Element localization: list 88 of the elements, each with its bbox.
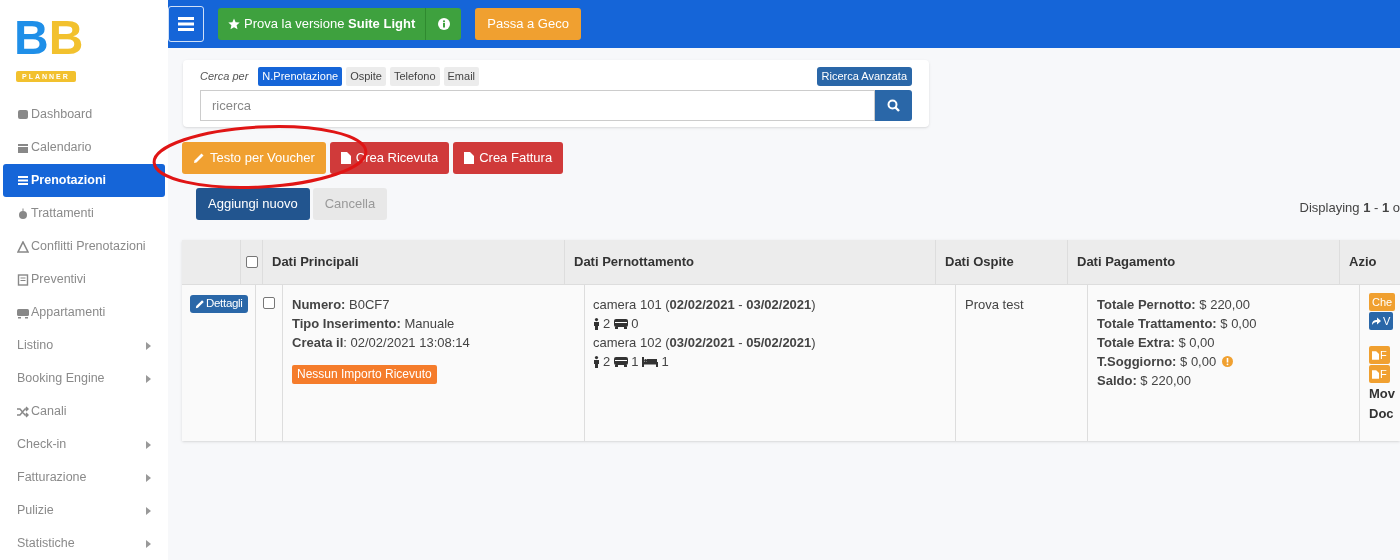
- calendar-icon: [17, 141, 29, 154]
- menu-button[interactable]: [168, 6, 204, 42]
- warning-icon: [17, 240, 29, 253]
- sidebar-item[interactable]: Trattamenti: [3, 197, 165, 230]
- list-icon: [17, 174, 29, 187]
- sidebar-item[interactable]: Pulizie: [3, 494, 165, 527]
- bus-icon: [614, 317, 629, 330]
- shuffle-icon: [17, 405, 29, 418]
- file-icon: [464, 152, 475, 164]
- action-label: Mov: [1369, 385, 1395, 403]
- payment-field: Totale Pernotto: $ 220,00: [1097, 295, 1250, 314]
- payment-field: Totale Trattamento: $ 0,00: [1097, 314, 1257, 333]
- details-button[interactable]: Dettagli: [190, 295, 248, 313]
- search-label: Cerca per: [200, 69, 249, 85]
- sidebar-item[interactable]: Dashboard: [3, 98, 165, 131]
- info-button[interactable]: [425, 8, 462, 40]
- booking-field: Tipo Inserimento: Manuale: [292, 314, 455, 333]
- dashboard-icon: [17, 108, 29, 121]
- add-new-button[interactable]: Aggiungi nuovo: [196, 188, 310, 220]
- person-icon: [593, 355, 600, 368]
- pagination-info: Displaying 1 - 1 o: [1299, 199, 1400, 218]
- share-icon: [1372, 317, 1381, 325]
- pencil-icon: [193, 152, 205, 164]
- sidebar-item[interactable]: Statistiche: [3, 527, 165, 560]
- sidebar-item[interactable]: Check-in: [3, 428, 165, 461]
- caret-icon: [146, 539, 151, 548]
- booking-field: Creata il: 02/02/2021 13:08:14: [292, 333, 470, 352]
- sidebar-item[interactable]: Canali: [3, 395, 165, 428]
- logo-letters: BB: [14, 14, 84, 62]
- guest-name: Prova test: [965, 297, 1024, 312]
- guest-count: 2: [603, 353, 611, 371]
- caret-icon: [146, 473, 151, 482]
- file-button[interactable]: F: [1369, 346, 1390, 364]
- bus-icon: [614, 355, 629, 368]
- sidebar-item[interactable]: Appartamenti: [3, 296, 165, 329]
- search-button[interactable]: [875, 90, 912, 121]
- advanced-search-button[interactable]: Ricerca Avanzata: [816, 67, 912, 86]
- search-field[interactable]: ricerca: [200, 90, 875, 121]
- guest-count: 0: [631, 315, 639, 333]
- search-filter-tab[interactable]: Telefono: [389, 67, 440, 86]
- search-filter-tab[interactable]: Ospite: [346, 67, 386, 86]
- column-header: Dati Pagamento: [1077, 253, 1176, 272]
- voucher-button[interactable]: Testo per Voucher: [182, 142, 326, 174]
- sidebar-item[interactable]: Prenotazioni: [3, 164, 165, 197]
- caret-icon: [146, 440, 151, 449]
- guest-count: 1: [661, 353, 669, 371]
- checkin-button[interactable]: Che: [1369, 293, 1396, 311]
- sidebar-item[interactable]: Preventivi: [3, 263, 165, 296]
- warning-icon: [1222, 356, 1234, 367]
- payment-field: T.Soggiorno: $ 0,00: [1097, 352, 1217, 371]
- caret-icon: [146, 506, 151, 515]
- view-button[interactable]: V: [1369, 312, 1394, 330]
- sidebar-item[interactable]: Fatturazione: [3, 461, 165, 494]
- room-stay: camera 102 (03/02/2021 - 05/02/2021): [593, 334, 816, 352]
- sidebar-item[interactable]: Listino: [3, 329, 165, 362]
- action-label: Doc: [1369, 405, 1394, 423]
- person-icon: [593, 317, 600, 330]
- column-header: Dati Pernottamento: [574, 253, 694, 272]
- guest-count: 2: [603, 315, 611, 333]
- room-stay: camera 101 (02/02/2021 - 03/02/2021): [593, 296, 816, 314]
- search-icon: [887, 99, 900, 112]
- column-header: Azio: [1349, 253, 1377, 272]
- search-filter-tab[interactable]: N.Prenotazione: [258, 67, 343, 86]
- column-header: Dati Ospite: [945, 253, 1014, 272]
- menu-icon: [178, 17, 194, 31]
- column-header: Dati Principali: [272, 253, 359, 272]
- payment-field: Saldo: $ 220,00: [1097, 371, 1191, 390]
- pencil-icon: [195, 299, 205, 309]
- info-icon: [437, 18, 450, 30]
- status-badge: Nessun Importo Ricevuto: [292, 365, 437, 384]
- document-button[interactable]: Crea Fattura: [453, 142, 564, 174]
- sidebar-item[interactable]: Calendario: [3, 131, 165, 164]
- search-filter-tab[interactable]: Email: [443, 67, 480, 86]
- checkbox[interactable]: [263, 297, 276, 309]
- file-icon: [340, 152, 351, 164]
- switch-button[interactable]: Passa a Geco: [475, 8, 581, 40]
- file-button[interactable]: F: [1369, 365, 1390, 383]
- sidebar-item[interactable]: Conflitti Prenotazioni: [3, 230, 165, 263]
- sidebar-item[interactable]: Booking Engine: [3, 362, 165, 395]
- booking-field: Numero: B0CF7: [292, 295, 390, 314]
- caret-icon: [146, 374, 151, 383]
- guest-count: 1: [631, 353, 639, 371]
- caret-icon: [146, 341, 151, 350]
- document-icon: [17, 273, 29, 286]
- payment-field: Totale Extra: $ 0,00: [1097, 333, 1215, 352]
- checkbox[interactable]: [245, 256, 258, 268]
- star-icon: [228, 18, 240, 30]
- trial-button[interactable]: Prova la versione Suite Light: [218, 8, 426, 40]
